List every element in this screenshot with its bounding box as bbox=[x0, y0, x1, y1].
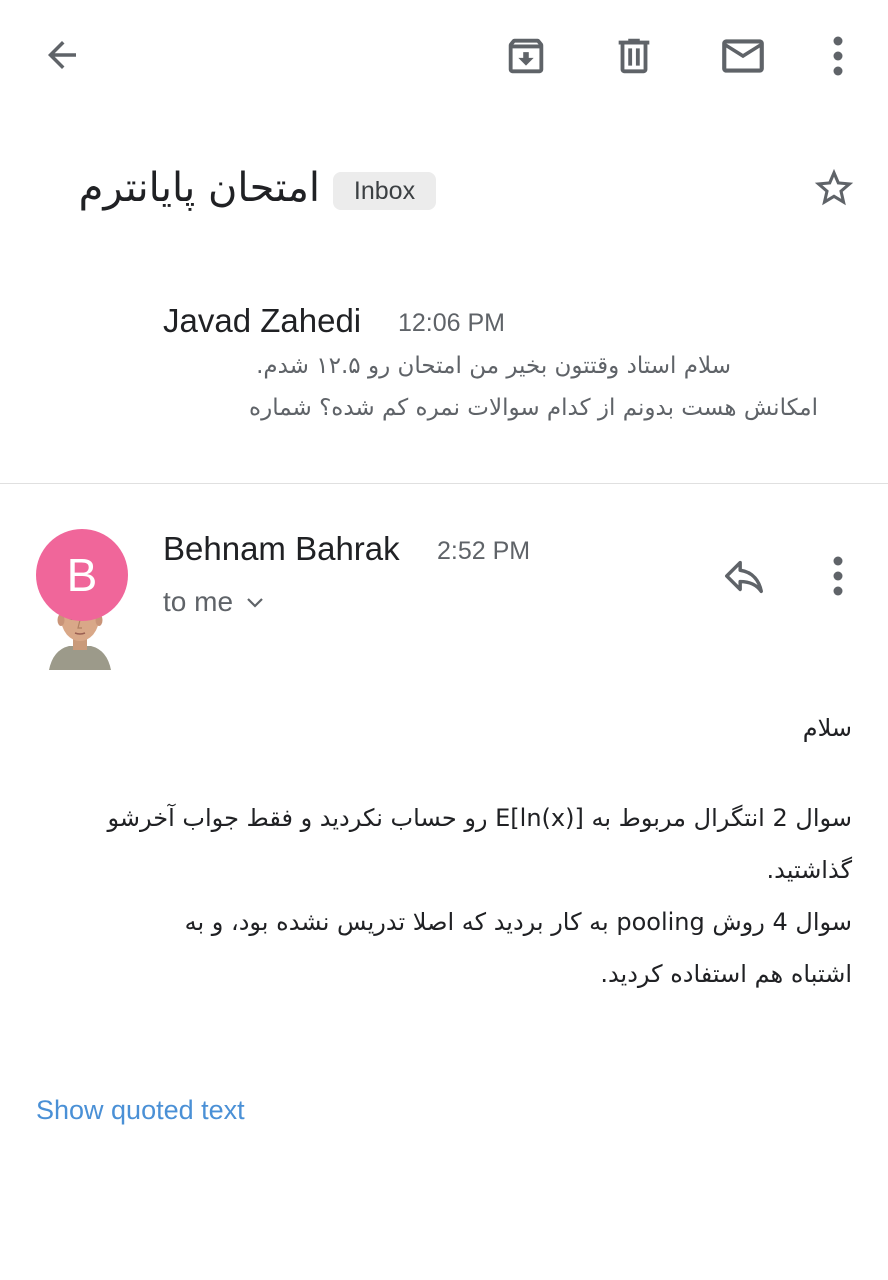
recipient-details-toggle[interactable]: to me bbox=[163, 582, 265, 622]
message-body-line: سوال 2 انتگرال مربوط به E[ln(x)] رو حساب… bbox=[107, 804, 852, 832]
show-quoted-text-link[interactable]: Show quoted text bbox=[36, 1090, 245, 1130]
message-time: 12:06 PM bbox=[398, 309, 506, 337]
star-button[interactable] bbox=[806, 162, 862, 214]
arrow-left-icon bbox=[48, 41, 76, 69]
chevron-down-icon bbox=[247, 598, 263, 608]
snippet-line: سلام استاد وقتتون بخیر من امتحان رو ۱۲.۵… bbox=[256, 353, 731, 379]
reply-button[interactable] bbox=[716, 550, 772, 602]
sender-avatar[interactable]: B bbox=[36, 529, 128, 621]
snippet-line: امکانش هست بدونم از کدام سوالات نمره کم … bbox=[249, 395, 818, 421]
sender-name: Behnam Bahrak bbox=[163, 530, 400, 567]
message-body-line: سوال 4 روش pooling به کار بردید که اصلا … bbox=[184, 908, 852, 936]
message-body-line: اشتباه هم استفاده کردید. bbox=[600, 960, 852, 988]
more-options-button[interactable] bbox=[818, 30, 858, 82]
archive-icon bbox=[508, 38, 544, 74]
archive-button[interactable] bbox=[498, 30, 554, 82]
mail-envelope-icon bbox=[722, 39, 764, 73]
reply-icon bbox=[725, 560, 763, 594]
collapsed-message[interactable]: Javad Zahedi 12:06 PM سلام استاد وقتتون … bbox=[0, 280, 888, 670]
inbox-label-chip[interactable]: Inbox bbox=[333, 172, 436, 210]
back-button[interactable] bbox=[34, 30, 90, 80]
delete-button[interactable] bbox=[606, 30, 662, 82]
trash-icon bbox=[618, 38, 650, 74]
message-divider bbox=[0, 483, 888, 484]
message-more-button[interactable] bbox=[818, 550, 858, 602]
more-vert-icon bbox=[833, 556, 843, 596]
recipient-label: to me bbox=[163, 586, 234, 617]
mark-unread-button[interactable] bbox=[714, 30, 772, 82]
message-body-line: سلام bbox=[802, 714, 852, 742]
more-vert-icon bbox=[833, 36, 843, 76]
message-time: 2:52 PM bbox=[437, 537, 531, 565]
star-outline-icon bbox=[814, 168, 854, 206]
sender-name: Javad Zahedi bbox=[163, 302, 362, 339]
email-subject: امتحان پایانترم bbox=[78, 165, 320, 211]
message-body-line: گذاشتید. bbox=[766, 856, 852, 884]
